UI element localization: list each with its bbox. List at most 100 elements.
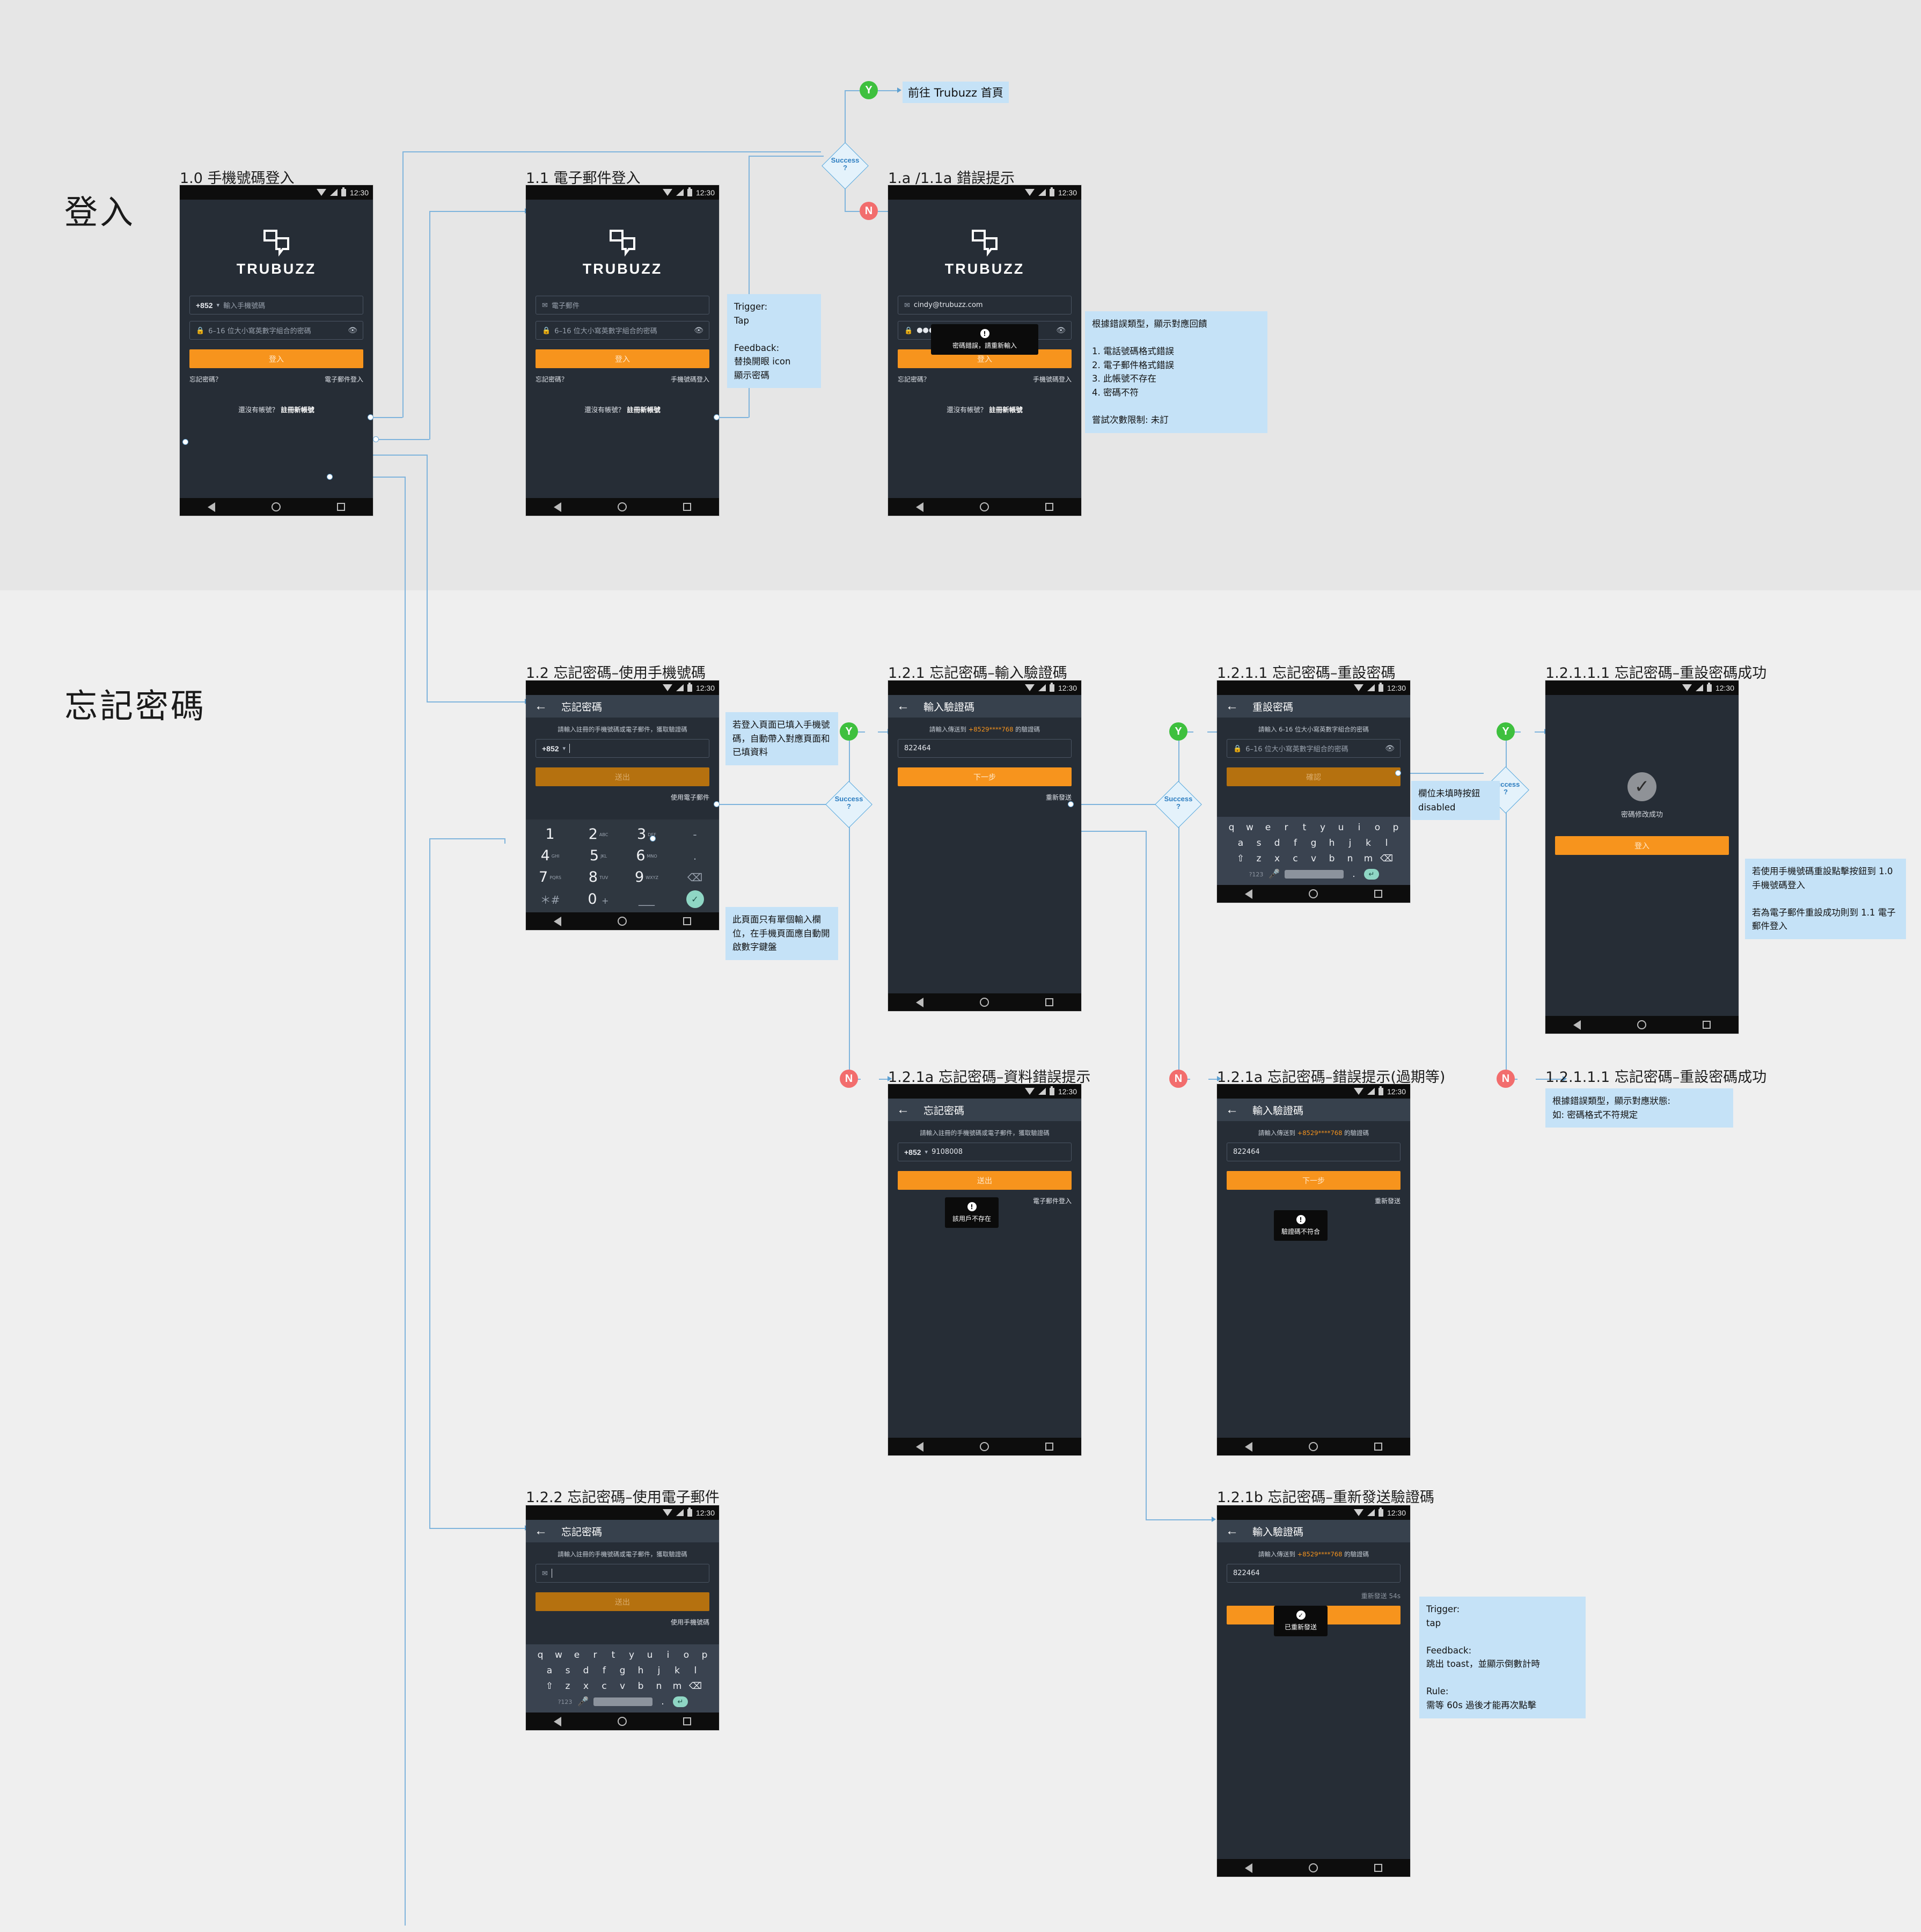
key-q[interactable]: q	[1223, 822, 1240, 833]
next-button[interactable]: 下一步	[898, 767, 1072, 786]
code-input[interactable]: 822464	[1227, 1564, 1401, 1583]
key-u[interactable]: u	[642, 1650, 658, 1660]
key-v[interactable]: v	[1306, 853, 1322, 864]
key-period[interactable]: .	[671, 850, 719, 862]
key-i[interactable]: i	[660, 1650, 676, 1660]
key-6[interactable]: 6 MNO	[622, 847, 671, 864]
shift-icon[interactable]: ⇧	[541, 1681, 558, 1692]
back-nav-icon[interactable]	[208, 502, 216, 512]
signup-link[interactable]: 註冊新帳號	[281, 406, 314, 414]
submit-button[interactable]: 送出	[536, 1592, 709, 1611]
back-nav-icon[interactable]	[916, 502, 924, 512]
microphone-icon[interactable]: 🎤	[575, 1696, 591, 1707]
key-f[interactable]: f	[1287, 838, 1303, 848]
phone-input[interactable]: +852 ▾ 9108008	[898, 1143, 1072, 1161]
forgot-password-link[interactable]: 忘記密碼？	[189, 375, 222, 384]
phone-login-link[interactable]: 手機號碼登入	[1033, 375, 1072, 384]
confirm-button[interactable]: 確認	[1227, 767, 1401, 786]
home-nav-icon[interactable]	[1308, 889, 1318, 898]
space-key[interactable]	[593, 1697, 652, 1706]
back-nav-icon[interactable]	[916, 1441, 924, 1452]
qwerty-keyboard[interactable]: qw er ty ui op as df gh jk l ⇧ zx cv bn …	[1217, 817, 1410, 885]
chevron-down-icon[interactable]: ▾	[217, 302, 220, 309]
key-b[interactable]: b	[1324, 853, 1340, 864]
key-y[interactable]: y	[1315, 822, 1331, 833]
email-input[interactable]: ✉ cindy@trubuzz.com	[898, 296, 1072, 314]
key-a[interactable]: a	[1233, 838, 1249, 848]
key-y[interactable]: y	[624, 1650, 640, 1660]
chevron-down-icon[interactable]: ▾	[925, 1148, 928, 1155]
key-h[interactable]: h	[633, 1665, 649, 1676]
login-button[interactable]: 登入	[1555, 836, 1729, 855]
key-s[interactable]: s	[560, 1665, 576, 1676]
home-nav-icon[interactable]	[617, 502, 627, 511]
phone-input[interactable]: +852 ▾ 輸入手機號碼	[189, 296, 363, 314]
eye-off-icon[interactable]: 👁	[1385, 744, 1395, 753]
submit-button[interactable]: 送出	[536, 767, 709, 786]
back-nav-icon[interactable]	[1245, 889, 1253, 899]
key-n[interactable]: n	[651, 1681, 667, 1692]
period-key[interactable]: .	[1346, 869, 1362, 880]
key-p[interactable]: p	[1388, 822, 1404, 833]
eye-off-icon[interactable]: 👁	[1056, 326, 1066, 335]
back-nav-icon[interactable]	[1245, 1441, 1253, 1452]
key-o[interactable]: o	[1369, 822, 1385, 833]
enter-key-icon[interactable]: ↵	[673, 1696, 688, 1707]
signup-link[interactable]: 註冊新帳號	[627, 406, 661, 414]
email-input[interactable]: ✉	[536, 1564, 709, 1583]
key-w[interactable]: w	[551, 1650, 567, 1660]
key-j[interactable]: j	[1342, 838, 1358, 848]
home-nav-icon[interactable]	[979, 1442, 989, 1451]
key-v[interactable]: v	[614, 1681, 630, 1692]
key-d[interactable]: d	[578, 1665, 594, 1676]
key-t[interactable]: t	[605, 1650, 621, 1660]
microphone-icon[interactable]: 🎤	[1266, 869, 1282, 880]
back-arrow-icon[interactable]: ←	[897, 1103, 910, 1116]
email-login-link[interactable]: 電子郵件登入	[1033, 1196, 1072, 1205]
backspace-icon[interactable]: ⌫	[1379, 853, 1395, 864]
recents-nav-icon[interactable]	[1374, 890, 1382, 898]
recents-nav-icon[interactable]	[1045, 503, 1053, 511]
key-j[interactable]: j	[651, 1665, 667, 1676]
forgot-password-link[interactable]: 忘記密碼？	[898, 375, 930, 384]
back-arrow-icon[interactable]: ←	[897, 700, 910, 713]
key-z[interactable]: z	[560, 1681, 576, 1692]
key-k[interactable]: k	[1360, 838, 1376, 848]
key-s[interactable]: s	[1251, 838, 1267, 848]
key-w[interactable]: w	[1242, 822, 1258, 833]
key-e[interactable]: e	[569, 1650, 585, 1660]
key-l[interactable]: l	[1379, 838, 1395, 848]
back-nav-icon[interactable]	[554, 916, 562, 926]
key-l[interactable]: l	[687, 1665, 703, 1676]
next-button[interactable]: 下一步	[1227, 1171, 1401, 1190]
home-nav-icon[interactable]	[979, 998, 989, 1007]
new-password-input[interactable]: 🔒 6–16 位大小寫英數字組合的密碼 👁	[1227, 739, 1401, 758]
back-arrow-icon[interactable]: ←	[534, 700, 547, 713]
key-u[interactable]: u	[1333, 822, 1349, 833]
home-nav-icon[interactable]	[271, 502, 281, 511]
recents-nav-icon[interactable]	[1374, 1864, 1382, 1872]
email-login-link[interactable]: 電子郵件登入	[325, 375, 363, 384]
key-a[interactable]: a	[541, 1665, 558, 1676]
password-input[interactable]: 🔒 6–16 位大小寫英數字組合的密碼 👁	[189, 321, 363, 340]
email-input[interactable]: ✉ 電子郵件	[536, 296, 709, 314]
period-key[interactable]: .	[655, 1696, 671, 1707]
recents-nav-icon[interactable]	[1702, 1021, 1711, 1029]
key-7[interactable]: 7 PQRS	[526, 869, 574, 885]
key-enter[interactable]: ✓	[671, 890, 719, 908]
key-n[interactable]: n	[1342, 853, 1358, 864]
back-nav-icon[interactable]	[554, 1716, 562, 1726]
recents-nav-icon[interactable]	[1045, 1443, 1053, 1451]
eye-off-icon[interactable]: 👁	[348, 326, 357, 335]
key-o[interactable]: o	[678, 1650, 694, 1660]
recents-nav-icon[interactable]	[1045, 998, 1053, 1006]
key-0[interactable]: 0 +	[574, 891, 622, 908]
recents-nav-icon[interactable]	[683, 503, 691, 511]
country-code[interactable]: +852	[196, 301, 213, 310]
forgot-password-link[interactable]: 忘記密碼？	[536, 375, 568, 384]
key-r[interactable]: r	[1278, 822, 1294, 833]
eye-off-icon[interactable]: 👁	[694, 326, 703, 335]
key-g[interactable]: g	[614, 1665, 630, 1676]
key-4[interactable]: 4 GHI	[526, 847, 574, 864]
key-m[interactable]: m	[669, 1681, 685, 1692]
